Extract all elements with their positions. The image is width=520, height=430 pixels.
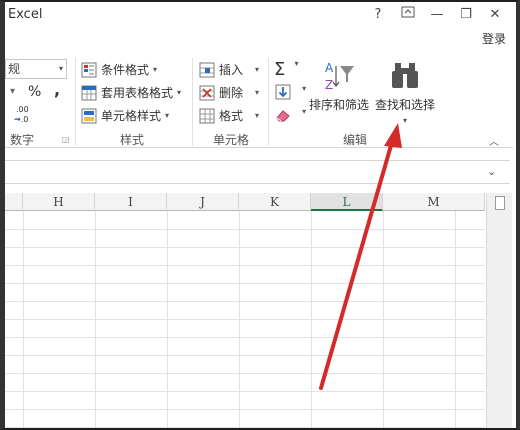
annotation-arrow	[319, 123, 402, 390]
